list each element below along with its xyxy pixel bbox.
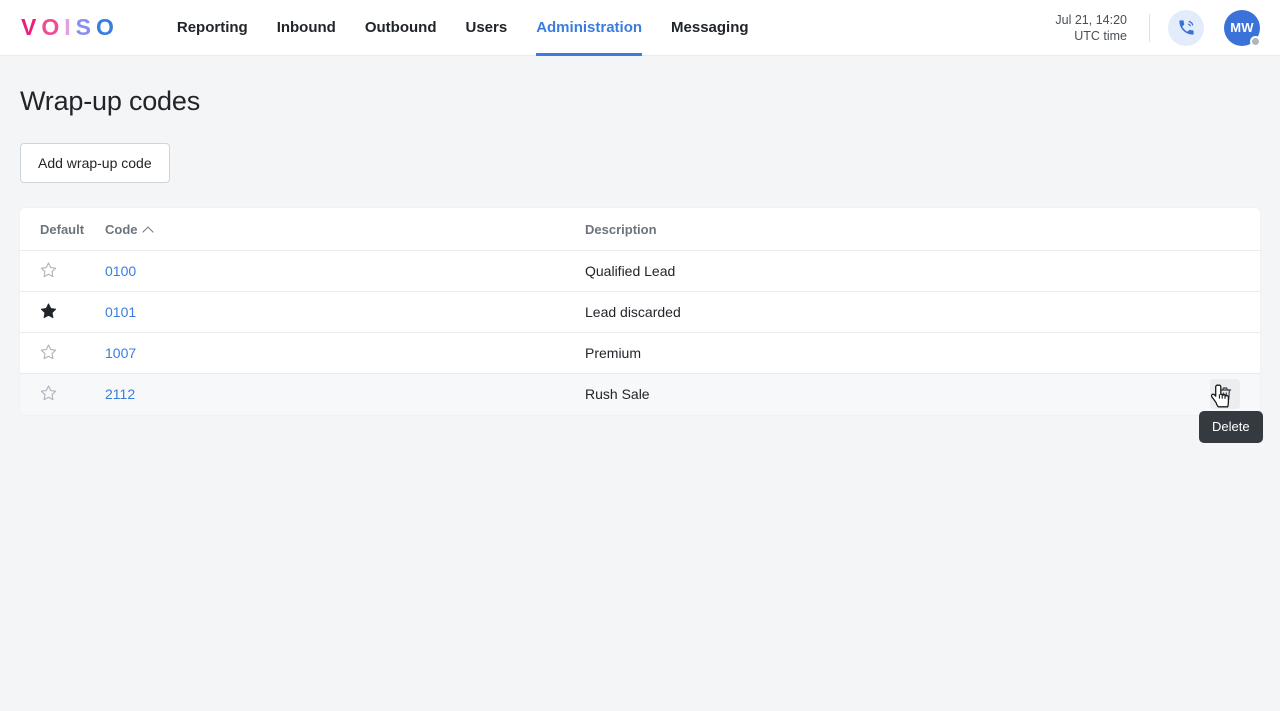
table-header-row: Default Code Description (20, 208, 1260, 251)
sort-code[interactable]: Code (105, 222, 154, 238)
wrap-up-codes-table-card: Default Code Description 0100 Qualified … (20, 208, 1260, 415)
header-divider (1149, 13, 1150, 42)
nav-item-inbound[interactable]: Inbound (277, 0, 336, 56)
avatar-status-dot (1250, 35, 1261, 47)
default-star-icon[interactable] (40, 343, 57, 360)
logo-letter-1: V (21, 14, 42, 40)
column-header-code[interactable]: Code (105, 208, 585, 251)
cell-description: Rush Sale (585, 373, 1140, 415)
cell-description: Premium (585, 332, 1140, 374)
cell-code: 2112 (105, 373, 585, 415)
clock-timezone: UTC time (1074, 28, 1127, 43)
nav-item-administration[interactable]: Administration (536, 0, 642, 56)
column-header-actions (1140, 208, 1260, 251)
table-row[interactable]: 0100 Qualified Lead (20, 250, 1260, 292)
clock-date: Jul 21, 14:20 (1055, 12, 1127, 27)
user-menu[interactable]: MW (1224, 9, 1261, 47)
nav-item-users[interactable]: Users (465, 0, 507, 56)
cell-description: Lead discarded (585, 291, 1140, 333)
cell-actions (1140, 250, 1260, 292)
chevron-up-icon (141, 225, 154, 238)
nav-item-reporting[interactable]: Reporting (177, 0, 248, 56)
default-star-icon[interactable] (40, 261, 57, 278)
top-bar-right: Jul 21, 14:20 UTC time MW (1055, 9, 1280, 47)
add-wrap-up-code-button[interactable]: Add wrap-up code (20, 143, 170, 183)
table-row[interactable]: 2112 Rush Sale (20, 373, 1260, 415)
cell-actions (1140, 373, 1260, 415)
table-row[interactable]: 1007 Premium (20, 332, 1260, 374)
code-link[interactable]: 1007 (105, 345, 136, 361)
cell-description: Qualified Lead (585, 250, 1140, 292)
cell-actions (1140, 332, 1260, 374)
default-star-icon[interactable] (40, 384, 57, 401)
column-header-description[interactable]: Description (585, 208, 1140, 251)
default-star-icon-filled[interactable] (40, 302, 57, 319)
table-body: 0100 Qualified Lead 0101 Lead discarded … (20, 250, 1260, 415)
cell-default (20, 332, 105, 374)
cell-actions (1140, 291, 1260, 333)
logo-letter-3: I (64, 14, 76, 40)
phone-call-button[interactable] (1168, 9, 1204, 46)
wrap-up-codes-table: Default Code Description 0100 Qualified … (20, 208, 1260, 415)
cell-default (20, 291, 105, 333)
delete-row-button[interactable] (1210, 379, 1240, 410)
main-nav: Reporting Inbound Outbound Users Adminis… (177, 0, 749, 56)
logo-letter-2: O (41, 14, 65, 40)
nav-item-outbound[interactable]: Outbound (365, 0, 437, 56)
phone-call-icon (1178, 20, 1194, 35)
code-link[interactable]: 2112 (105, 386, 135, 402)
trash-icon (1218, 387, 1232, 401)
cell-code: 1007 (105, 332, 585, 374)
cell-code: 0100 (105, 250, 585, 292)
top-navigation-bar: V O I S O Reporting Inbound Outbound Use… (0, 0, 1280, 56)
logo-letter-4: S (75, 14, 96, 40)
voiso-logo[interactable]: V O I S O (21, 16, 119, 39)
code-link[interactable]: 0100 (105, 263, 136, 279)
nav-item-messaging[interactable]: Messaging (671, 0, 749, 56)
table-head: Default Code Description (20, 208, 1260, 251)
code-link[interactable]: 0101 (105, 304, 136, 320)
utc-clock: Jul 21, 14:20 UTC time (1055, 12, 1127, 44)
page-title: Wrap-up codes (20, 86, 200, 116)
column-header-code-label: Code (105, 222, 138, 237)
cell-code: 0101 (105, 291, 585, 333)
cell-default (20, 373, 105, 415)
delete-tooltip: Delete (1199, 411, 1263, 443)
column-header-default[interactable]: Default (20, 208, 105, 251)
page-content: Wrap-up codes Add wrap-up code Default C… (0, 56, 1280, 415)
cell-default (20, 250, 105, 292)
table-row[interactable]: 0101 Lead discarded (20, 291, 1260, 333)
logo-letter-5: O (95, 14, 119, 40)
